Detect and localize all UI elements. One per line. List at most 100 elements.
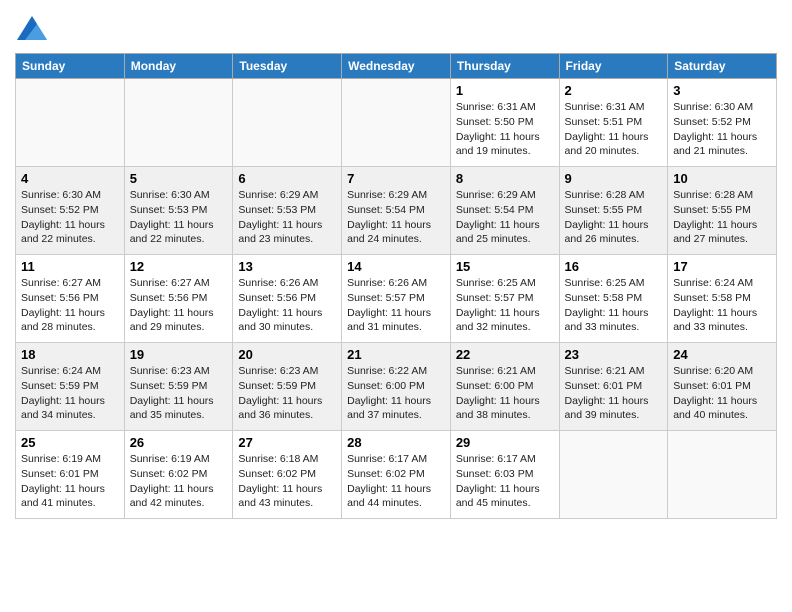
- day-number: 29: [456, 435, 554, 450]
- day-info: Sunrise: 6:30 AMSunset: 5:53 PMDaylight:…: [130, 188, 228, 247]
- calendar-cell: 12Sunrise: 6:27 AMSunset: 5:56 PMDayligh…: [124, 255, 233, 343]
- calendar: SundayMondayTuesdayWednesdayThursdayFrid…: [15, 53, 777, 519]
- day-info: Sunrise: 6:19 AMSunset: 6:02 PMDaylight:…: [130, 452, 228, 511]
- day-number: 26: [130, 435, 228, 450]
- calendar-cell: 8 Sunrise: 6:29 AMSunset: 5:54 PMDaylight…: [450, 167, 559, 255]
- calendar-cell: 25 Sunrise: 6:19 AMSunset: 6:01 PMDayligh…: [16, 431, 125, 519]
- calendar-cell: 11 Sunrise: 6:27 AMSunset: 5:56 PMDayligh…: [16, 255, 125, 343]
- day-number: 9: [565, 171, 663, 186]
- calendar-week-4: 18 Sunrise: 6:24 AMSunset: 5:59 PMDayligh…: [16, 343, 777, 431]
- weekday-header-monday: Monday: [124, 54, 233, 79]
- calendar-cell: 18 Sunrise: 6:24 AMSunset: 5:59 PMDayligh…: [16, 343, 125, 431]
- calendar-cell: [233, 79, 342, 167]
- day-number: 28: [347, 435, 445, 450]
- day-number: 20: [238, 347, 336, 362]
- day-info: Sunrise: 6:22 AMSunset: 6:00 PMDaylight:…: [347, 364, 445, 423]
- day-info: Sunrise: 6:29 AMSunset: 5:54 PMDaylight:…: [456, 188, 554, 247]
- day-info: Sunrise: 6:26 AMSunset: 5:56 PMDaylight:…: [238, 276, 336, 335]
- calendar-cell: 4Sunrise: 6:30 AMSunset: 5:52 PMDaylight…: [16, 167, 125, 255]
- calendar-cell: 28 Sunrise: 6:17 AMSunset: 6:02 PMDayligh…: [342, 431, 451, 519]
- day-info: Sunrise: 6:21 AMSunset: 6:00 PMDaylight:…: [456, 364, 554, 423]
- day-info: Sunrise: 6:25 AMSunset: 5:58 PMDaylight:…: [565, 276, 663, 335]
- day-info: Sunrise: 6:24 AMSunset: 5:58 PMDaylight:…: [673, 276, 771, 335]
- calendar-week-5: 25 Sunrise: 6:19 AMSunset: 6:01 PMDayligh…: [16, 431, 777, 519]
- calendar-cell: 9 Sunrise: 6:28 AMSunset: 5:55 PMDaylight…: [559, 167, 668, 255]
- calendar-cell: 19 Sunrise: 6:23 AMSunset: 5:59 PMDayligh…: [124, 343, 233, 431]
- day-info: Sunrise: 6:27 AMSunset: 5:56 PMDaylight:…: [21, 276, 119, 335]
- calendar-cell: [124, 79, 233, 167]
- calendar-cell: 24 Sunrise: 6:20 AMSunset: 6:01 PMDayligh…: [668, 343, 777, 431]
- weekday-header-friday: Friday: [559, 54, 668, 79]
- day-info: Sunrise: 6:20 AMSunset: 6:01 PMDaylight:…: [673, 364, 771, 423]
- day-number: 6: [238, 171, 336, 186]
- day-number: 24: [673, 347, 771, 362]
- day-number: 18: [21, 347, 119, 362]
- weekday-header-row: SundayMondayTuesdayWednesdayThursdayFrid…: [16, 54, 777, 79]
- day-number: 1: [456, 83, 554, 98]
- calendar-cell: 2 Sunrise: 6:31 AMSunset: 5:51 PMDaylight…: [559, 79, 668, 167]
- day-info: Sunrise: 6:31 AMSunset: 5:51 PMDaylight:…: [565, 100, 663, 159]
- calendar-week-2: 4Sunrise: 6:30 AMSunset: 5:52 PMDaylight…: [16, 167, 777, 255]
- calendar-cell: 20 Sunrise: 6:23 AMSunset: 5:59 PMDayligh…: [233, 343, 342, 431]
- calendar-cell: 21 Sunrise: 6:22 AMSunset: 6:00 PMDayligh…: [342, 343, 451, 431]
- calendar-cell: 1 Sunrise: 6:31 AMSunset: 5:50 PMDaylight…: [450, 79, 559, 167]
- calendar-week-3: 11 Sunrise: 6:27 AMSunset: 5:56 PMDayligh…: [16, 255, 777, 343]
- day-number: 22: [456, 347, 554, 362]
- day-info: Sunrise: 6:30 AMSunset: 5:52 PMDaylight:…: [21, 188, 119, 247]
- day-info: Sunrise: 6:17 AMSunset: 6:03 PMDaylight:…: [456, 452, 554, 511]
- calendar-cell: 29 Sunrise: 6:17 AMSunset: 6:03 PMDayligh…: [450, 431, 559, 519]
- weekday-header-wednesday: Wednesday: [342, 54, 451, 79]
- logo-icon: [17, 16, 47, 40]
- weekday-header-thursday: Thursday: [450, 54, 559, 79]
- calendar-cell: 5 Sunrise: 6:30 AMSunset: 5:53 PMDaylight…: [124, 167, 233, 255]
- calendar-cell: 7 Sunrise: 6:29 AMSunset: 5:54 PMDaylight…: [342, 167, 451, 255]
- day-info: Sunrise: 6:31 AMSunset: 5:50 PMDaylight:…: [456, 100, 554, 159]
- calendar-cell: [342, 79, 451, 167]
- day-number: 16: [565, 259, 663, 274]
- day-info: Sunrise: 6:26 AMSunset: 5:57 PMDaylight:…: [347, 276, 445, 335]
- calendar-cell: [16, 79, 125, 167]
- weekday-header-sunday: Sunday: [16, 54, 125, 79]
- day-info: Sunrise: 6:19 AMSunset: 6:01 PMDaylight:…: [21, 452, 119, 511]
- calendar-cell: 17 Sunrise: 6:24 AMSunset: 5:58 PMDayligh…: [668, 255, 777, 343]
- day-number: 8: [456, 171, 554, 186]
- day-number: 2: [565, 83, 663, 98]
- day-info: Sunrise: 6:23 AMSunset: 5:59 PMDaylight:…: [238, 364, 336, 423]
- day-info: Sunrise: 6:17 AMSunset: 6:02 PMDaylight:…: [347, 452, 445, 511]
- day-info: Sunrise: 6:18 AMSunset: 6:02 PMDaylight:…: [238, 452, 336, 511]
- header: [15, 10, 777, 45]
- day-number: 15: [456, 259, 554, 274]
- day-info: Sunrise: 6:28 AMSunset: 5:55 PMDaylight:…: [565, 188, 663, 247]
- day-number: 5: [130, 171, 228, 186]
- day-info: Sunrise: 6:25 AMSunset: 5:57 PMDaylight:…: [456, 276, 554, 335]
- calendar-cell: 13 Sunrise: 6:26 AMSunset: 5:56 PMDayligh…: [233, 255, 342, 343]
- day-info: Sunrise: 6:24 AMSunset: 5:59 PMDaylight:…: [21, 364, 119, 423]
- day-number: 13: [238, 259, 336, 274]
- calendar-cell: [668, 431, 777, 519]
- calendar-cell: 6 Sunrise: 6:29 AMSunset: 5:53 PMDaylight…: [233, 167, 342, 255]
- day-number: 3: [673, 83, 771, 98]
- day-info: Sunrise: 6:29 AMSunset: 5:53 PMDaylight:…: [238, 188, 336, 247]
- calendar-cell: 15 Sunrise: 6:25 AMSunset: 5:57 PMDayligh…: [450, 255, 559, 343]
- day-number: 25: [21, 435, 119, 450]
- calendar-cell: [559, 431, 668, 519]
- day-info: Sunrise: 6:28 AMSunset: 5:55 PMDaylight:…: [673, 188, 771, 247]
- calendar-cell: 22 Sunrise: 6:21 AMSunset: 6:00 PMDayligh…: [450, 343, 559, 431]
- day-number: 14: [347, 259, 445, 274]
- day-number: 17: [673, 259, 771, 274]
- logo: [15, 16, 47, 45]
- calendar-cell: 3Sunrise: 6:30 AMSunset: 5:52 PMDaylight…: [668, 79, 777, 167]
- day-number: 10: [673, 171, 771, 186]
- day-number: 19: [130, 347, 228, 362]
- day-number: 12: [130, 259, 228, 274]
- day-info: Sunrise: 6:23 AMSunset: 5:59 PMDaylight:…: [130, 364, 228, 423]
- calendar-cell: 26 Sunrise: 6:19 AMSunset: 6:02 PMDayligh…: [124, 431, 233, 519]
- weekday-header-tuesday: Tuesday: [233, 54, 342, 79]
- calendar-week-1: 1 Sunrise: 6:31 AMSunset: 5:50 PMDaylight…: [16, 79, 777, 167]
- day-number: 11: [21, 259, 119, 274]
- day-info: Sunrise: 6:29 AMSunset: 5:54 PMDaylight:…: [347, 188, 445, 247]
- calendar-cell: 16 Sunrise: 6:25 AMSunset: 5:58 PMDayligh…: [559, 255, 668, 343]
- day-number: 7: [347, 171, 445, 186]
- day-number: 21: [347, 347, 445, 362]
- day-info: Sunrise: 6:21 AMSunset: 6:01 PMDaylight:…: [565, 364, 663, 423]
